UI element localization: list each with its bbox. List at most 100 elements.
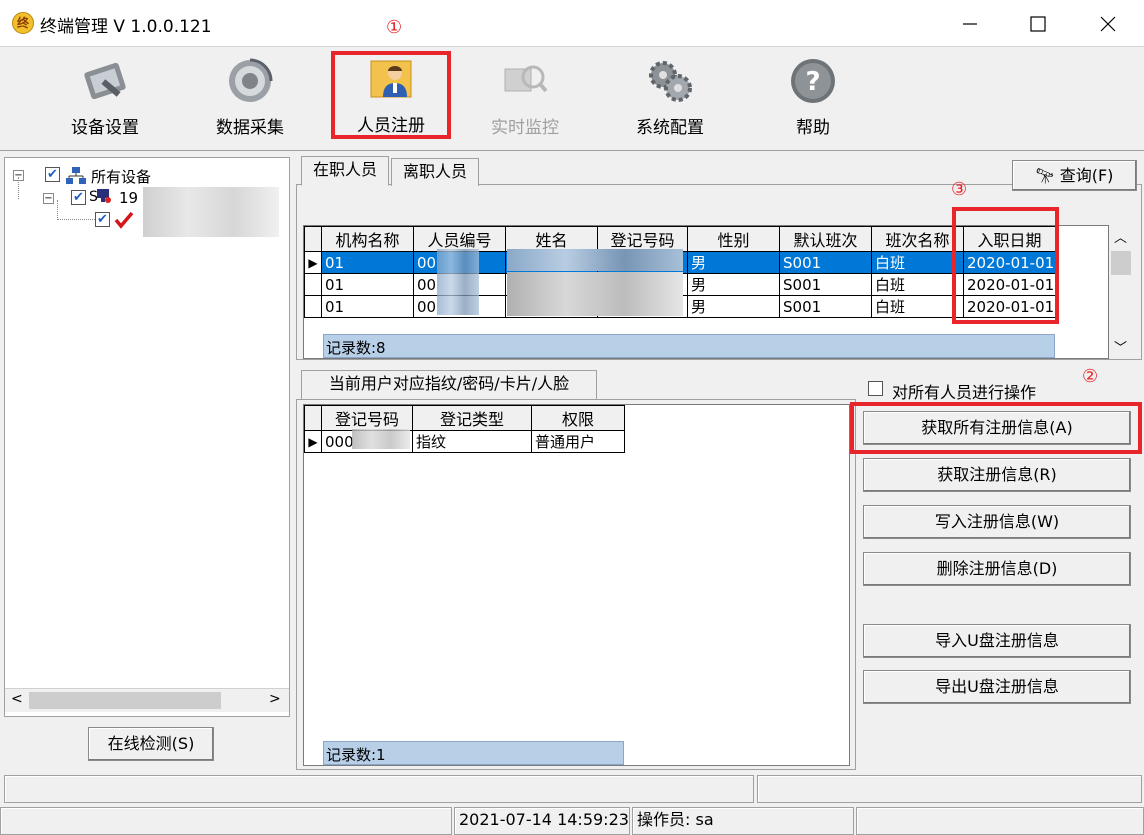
status-operator: 操作员: sa — [632, 807, 854, 835]
table-cell[interactable]: 普通用户 — [531, 430, 625, 453]
table-cell[interactable]: S001 — [779, 273, 872, 296]
scroll-right-icon[interactable]: > — [269, 691, 281, 707]
record-count-row: 记录数:8 — [323, 334, 1055, 358]
table-cell[interactable]: 白班 — [871, 251, 964, 274]
tree-device-node[interactable]: ✔ — [95, 211, 135, 231]
toolbar-help[interactable]: ? 帮助 — [758, 53, 868, 139]
credential-grid: 登记号码 登记类型 权限 ▶ 000 指纹 普通用户 记录数:1 — [303, 404, 850, 766]
tab-credentials[interactable]: 当前用户对应指纹/密码/卡片/人脸 — [301, 370, 597, 400]
record-count: 记录数:1 — [326, 746, 386, 764]
record-count-row: 记录数:1 — [323, 741, 624, 765]
scroll-up-icon[interactable]: ︿ — [1114, 227, 1127, 246]
all-persons-label: 对所有人员进行操作 — [892, 383, 1037, 402]
employee-vertical-scrollbar[interactable]: ︿ ﹀ — [1109, 225, 1133, 359]
table-header-row: 机构名称 人员编号 姓名 登记号码 性别 默认班次 班次名称 入职日期 — [304, 226, 1056, 252]
table-cell[interactable]: 男 — [687, 273, 780, 296]
get-registration-button[interactable]: 获取注册信息(R) — [863, 458, 1131, 492]
scroll-thumb[interactable] — [1111, 251, 1131, 275]
toolbar-system-config[interactable]: 系统配置 — [615, 53, 725, 139]
column-header[interactable]: 机构名称 — [321, 226, 414, 252]
scroll-down-icon[interactable]: ﹀ — [1114, 337, 1127, 356]
table-cell[interactable]: 白班 — [871, 273, 964, 296]
minimize-icon[interactable] — [958, 12, 982, 36]
annotation-step3: ③ — [951, 179, 968, 200]
toolbar-device-settings[interactable]: 设备设置 — [50, 53, 160, 139]
status-datetime: 2021-07-14 14:59:23 — [454, 807, 630, 835]
current-row-indicator-icon: ▶ — [304, 251, 322, 274]
row-indicator-header — [304, 405, 322, 431]
column-header[interactable]: 登记号码 — [597, 226, 688, 252]
data-collect-icon — [226, 57, 274, 105]
annotation-step1: ① — [386, 17, 403, 38]
table-cell[interactable]: 男 — [687, 295, 780, 318]
binoculars-icon: 🔭︎ — [1035, 167, 1055, 185]
get-all-registration-button[interactable]: 获取所有注册信息(A) — [863, 411, 1131, 445]
column-header[interactable]: 默认班次 — [779, 226, 872, 252]
network-icon — [66, 167, 86, 184]
toolbar-label: 系统配置 — [636, 118, 704, 138]
column-header[interactable]: 人员编号 — [413, 226, 506, 252]
column-header[interactable]: 班次名称 — [871, 226, 964, 252]
tree-node-checkbox[interactable]: ✔ — [95, 212, 110, 227]
query-button[interactable]: 🔭︎ 查询(F) — [1012, 160, 1137, 191]
toolbar-label: 数据采集 — [216, 118, 284, 138]
write-registration-button[interactable]: 写入注册信息(W) — [863, 505, 1131, 539]
window-title: 终端管理 V 1.0.0.121 — [40, 17, 212, 37]
table-cell[interactable]: 指纹 — [412, 430, 532, 453]
tree-root[interactable]: − ✔ 所有设备 — [11, 166, 211, 186]
delete-registration-button[interactable]: 删除注册信息(D) — [863, 552, 1131, 586]
current-row-indicator-icon: ▶ — [304, 430, 322, 453]
toolbar-label: 帮助 — [796, 118, 830, 138]
redacted-block — [352, 429, 410, 449]
toolbar-label: 人员注册 — [357, 116, 425, 136]
tab-former-employees[interactable]: 离职人员 — [391, 158, 479, 186]
table-cell[interactable]: 01 — [321, 295, 414, 318]
collapse-icon[interactable]: − — [43, 193, 54, 204]
checkmark-icon — [114, 211, 134, 229]
table-cell[interactable]: 01 — [321, 251, 414, 274]
table-cell[interactable]: S001 — [779, 295, 872, 318]
table-cell[interactable]: 男 — [687, 251, 780, 274]
device-tree-panel: − ✔ 所有设备 − ✔ S 19 ✔ < > — [4, 157, 290, 717]
app-icon: 终 — [12, 12, 34, 34]
status-cell-right — [757, 775, 1142, 803]
close-icon[interactable] — [1096, 12, 1120, 36]
tab-active-employees[interactable]: 在职人员 — [301, 156, 389, 186]
tree-line — [57, 200, 95, 220]
status-cell-main — [4, 775, 754, 803]
status-area: 2021-07-14 14:59:23 操作员: sa — [0, 772, 1144, 835]
toolbar-data-collect[interactable]: 数据采集 — [195, 53, 305, 139]
column-header[interactable]: 登记类型 — [412, 405, 532, 431]
tree-root-checkbox[interactable]: ✔ — [45, 167, 60, 182]
column-header[interactable]: 姓名 — [505, 226, 598, 252]
highlight-date-column — [952, 207, 1059, 324]
export-usb-button[interactable]: 导出U盘注册信息 — [863, 670, 1131, 704]
scroll-left-icon[interactable]: < — [11, 691, 23, 707]
table-cell[interactable]: 01 — [321, 273, 414, 296]
online-check-button[interactable]: 在线检测(S) — [88, 727, 214, 761]
table-cell[interactable]: 白班 — [871, 295, 964, 318]
toolbar-label: 设备设置 — [71, 118, 139, 138]
record-count: 记录数:8 — [326, 339, 386, 357]
redacted-block — [507, 272, 683, 316]
table-header-row: 登记号码 登记类型 权限 — [304, 405, 625, 431]
scroll-thumb[interactable] — [29, 692, 221, 709]
all-persons-checkbox[interactable] — [868, 381, 883, 396]
realtime-monitor-icon — [501, 57, 549, 105]
row-indicator — [304, 273, 322, 296]
table-cell[interactable]: S001 — [779, 251, 872, 274]
column-header[interactable]: 权限 — [531, 405, 625, 431]
row-indicator — [304, 295, 322, 318]
tree-horizontal-scrollbar[interactable]: < > — [5, 688, 289, 712]
toolbar-person-register[interactable]: 人员注册 — [331, 51, 451, 139]
toolbar-realtime-monitor[interactable]: 实时监控 — [470, 53, 580, 139]
maximize-icon[interactable] — [1026, 12, 1050, 36]
title-bar: 终 终端管理 V 1.0.0.121 — [0, 0, 1144, 47]
svg-text:?: ? — [805, 67, 820, 97]
all-persons-option[interactable]: 对所有人员进行操作 — [866, 378, 1126, 402]
import-usb-button[interactable]: 导入U盘注册信息 — [863, 624, 1131, 658]
tree-root-label: 所有设备 — [91, 168, 152, 186]
column-header[interactable]: 性别 — [687, 226, 780, 252]
toolbar-label: 实时监控 — [491, 118, 559, 138]
column-header[interactable]: 登记号码 — [321, 405, 413, 431]
